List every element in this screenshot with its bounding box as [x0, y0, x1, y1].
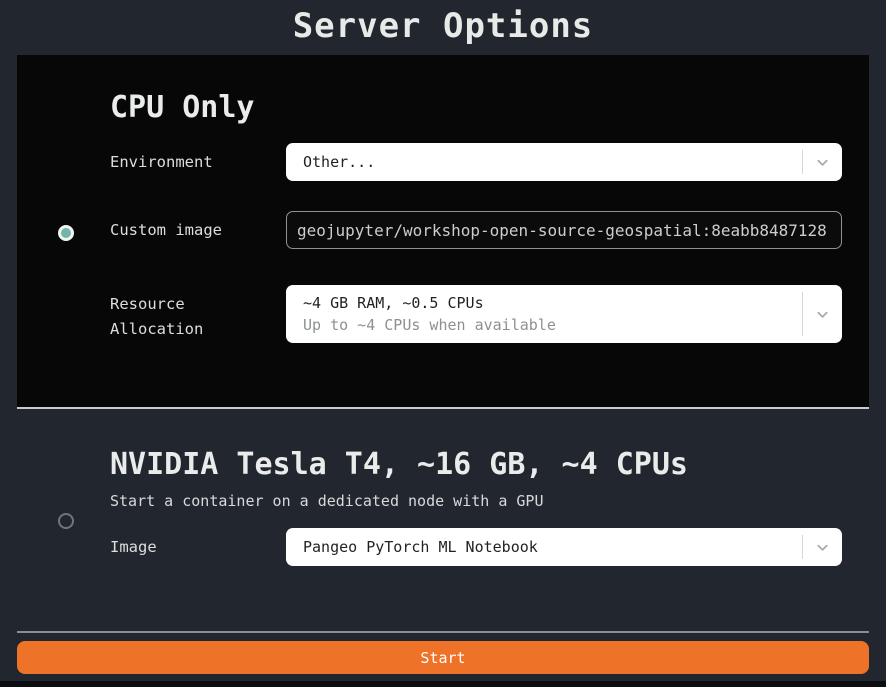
cpu-option-card: CPU Only Environment Other... Custom ima… — [17, 55, 869, 409]
resource-allocation-row: Resource Allocation ~4 GB RAM, ~0.5 CPUs… — [110, 285, 842, 343]
server-option-cpu: CPU Only Environment Other... Custom ima… — [17, 55, 869, 407]
gpu-option-section: NVIDIA Tesla T4, ~16 GB, ~4 CPUs Start a… — [17, 409, 869, 566]
server-option-gpu: NVIDIA Tesla T4, ~16 GB, ~4 CPUs Start a… — [17, 409, 869, 566]
chevron-down-icon — [802, 292, 842, 336]
environment-row: Environment Other... — [110, 143, 842, 181]
gpu-image-label: Image — [110, 528, 286, 560]
page-title: Server Options — [0, 0, 886, 55]
chevron-down-icon — [802, 150, 842, 174]
gpu-option-radio[interactable] — [58, 513, 74, 529]
footer: Start — [0, 631, 886, 674]
resource-allocation-select-value: ~4 GB RAM, ~0.5 CPUs — [303, 292, 784, 314]
chevron-down-icon — [802, 535, 842, 559]
custom-image-label: Custom image — [110, 211, 286, 243]
gpu-radio-column — [17, 409, 110, 566]
start-button[interactable]: Start — [17, 641, 869, 674]
environment-label: Environment — [110, 143, 286, 175]
cpu-radio-column — [17, 55, 110, 407]
custom-image-row: Custom image — [110, 211, 842, 249]
resource-allocation-label: Resource Allocation — [110, 285, 286, 342]
bottom-strip — [0, 681, 886, 687]
gpu-option-title: NVIDIA Tesla T4, ~16 GB, ~4 CPUs — [110, 445, 842, 485]
gpu-image-row: Image Pangeo PyTorch ML Notebook — [110, 528, 842, 566]
resource-allocation-select[interactable]: ~4 GB RAM, ~0.5 CPUs Up to ~4 CPUs when … — [286, 285, 842, 343]
footer-divider — [17, 631, 869, 633]
cpu-option-radio[interactable] — [58, 225, 74, 241]
gpu-image-select-value: Pangeo PyTorch ML Notebook — [303, 536, 784, 558]
gpu-image-select[interactable]: Pangeo PyTorch ML Notebook — [286, 528, 842, 566]
resource-allocation-select-secondary: Up to ~4 CPUs when available — [303, 314, 784, 336]
gpu-option-subtitle: Start a container on a dedicated node wi… — [110, 492, 842, 510]
environment-select[interactable]: Other... — [286, 143, 842, 181]
cpu-option-title: CPU Only — [110, 88, 842, 128]
environment-select-value: Other... — [303, 151, 784, 173]
custom-image-input[interactable] — [286, 211, 842, 249]
